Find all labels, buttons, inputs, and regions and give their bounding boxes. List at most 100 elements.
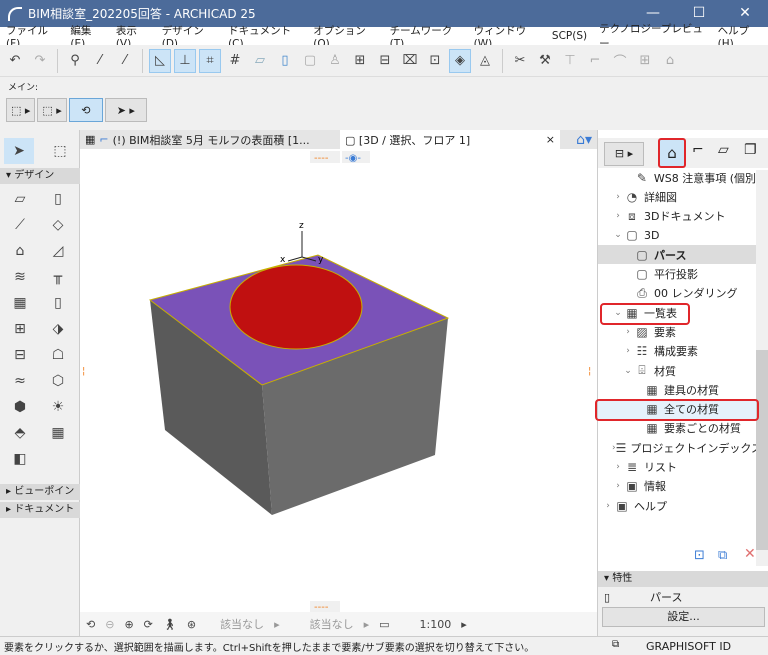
expand-chevron-icon[interactable]: ›	[612, 211, 624, 221]
grid-view-icon[interactable]: ▦	[85, 133, 95, 146]
tab-floor-plan[interactable]: ▦ ⌐ (!) BIM相談室 5月 モルフの表面積 [1...	[80, 130, 340, 149]
window-tool-icon[interactable]: ⊞	[8, 318, 32, 340]
project-map-icon[interactable]: ⌂	[658, 138, 686, 168]
opening-tool-icon[interactable]: ⊟	[8, 344, 32, 366]
zoom-fit-icon[interactable]: ⊛	[187, 618, 196, 631]
split-icon[interactable]: ⊞	[634, 49, 656, 73]
eyedropper-icon[interactable]: ⁄	[89, 49, 111, 73]
plane-icon[interactable]: ▱	[249, 49, 271, 73]
layout-book-icon[interactable]: ▱	[718, 142, 729, 158]
navigator-options-button[interactable]: ⊟ ▸	[604, 142, 644, 166]
shell-tool-icon[interactable]: ◿	[46, 240, 70, 262]
publisher-sets-icon[interactable]: ❐	[744, 142, 757, 158]
zoom-in-icon[interactable]: ⊕	[124, 618, 133, 631]
trace-icon[interactable]: ⊞	[349, 49, 371, 73]
marquee-icon[interactable]: ⬚ ▸	[6, 98, 36, 122]
delete-icon[interactable]: ✕	[744, 546, 756, 562]
3d-model-view[interactable]: ---- -◉- ¦ ¦ z x y ----	[80, 149, 597, 613]
roof-tool-icon[interactable]: ⌂	[8, 240, 32, 262]
zone-tool-icon[interactable]: ⬡	[46, 370, 70, 392]
section-design[interactable]: ▾ デザイン	[0, 168, 80, 184]
lamp-tool-icon[interactable]: ☀	[46, 396, 70, 418]
menu-item[interactable]: SCP(S)	[546, 30, 593, 42]
arrow-tool-icon[interactable]: ➤ ▸	[104, 98, 147, 122]
rotate-view-icon[interactable]: ⟲	[86, 618, 95, 631]
lock-icon[interactable]: ♙	[324, 49, 346, 73]
section-document[interactable]: ▸ ドキュメント	[0, 502, 80, 518]
graphisoft-id-button[interactable]: GRAPHISOFT ID	[646, 640, 731, 653]
morph-tool-icon[interactable]: ⬢	[8, 396, 32, 418]
expand-chevron-icon[interactable]: ⌄	[622, 366, 634, 376]
corner-icon[interactable]: ⌐	[584, 49, 606, 73]
orbit-icon[interactable]: ⟳	[144, 618, 153, 631]
clone-view-icon[interactable]: ⧉	[718, 548, 727, 563]
snap-icon[interactable]: ⊥	[174, 48, 196, 73]
view-triangle-icon[interactable]: ◬	[474, 49, 496, 73]
navigator-item[interactable]: › ☷ 構成要素	[598, 342, 756, 361]
navigator-item[interactable]: › ▣ ヘルプ	[598, 496, 756, 515]
expand-chevron-icon[interactable]: ›	[612, 462, 624, 472]
layer-icon[interactable]: ▢	[299, 49, 321, 73]
expand-chevron-icon[interactable]: ›	[622, 327, 634, 337]
navigator-item[interactable]: ▢ 平行投影	[598, 265, 756, 284]
coordinates-icon[interactable]: ⌗	[199, 48, 221, 73]
layer-combo-select[interactable]: 該当なし	[220, 616, 264, 632]
curtain-wall-tool-icon[interactable]: ▦	[8, 292, 32, 314]
3d-view-mode-icon[interactable]: ◈	[449, 48, 471, 73]
column-tool-icon[interactable]: ▯	[46, 188, 70, 210]
expand-chevron-icon[interactable]: ⌄	[612, 230, 624, 240]
undo-icon[interactable]: ↶	[4, 49, 26, 73]
navigator-item[interactable]: › ≣ リスト	[598, 458, 756, 477]
navigator-item[interactable]: ▦ 要素ごとの材質	[598, 419, 756, 438]
marquee-tool-icon[interactable]: ⬚	[48, 140, 72, 162]
beam-hatch-tool-icon[interactable]: ⬘	[8, 422, 32, 444]
navigator-item[interactable]: ▦ 建具の材質	[598, 380, 756, 399]
expand-chevron-icon[interactable]: ›	[622, 346, 634, 356]
beam-tool-icon[interactable]: ⟋	[8, 214, 32, 236]
object-tool-icon[interactable]: ☖	[46, 344, 70, 366]
expand-chevron-icon[interactable]: ›	[612, 192, 624, 202]
hammer-icon[interactable]: ⚒	[534, 49, 556, 73]
mesh-tool-icon[interactable]: ≈	[8, 370, 32, 392]
navigator-item[interactable]: ⌄ ⌹ 材質	[598, 361, 756, 380]
navigator-item[interactable]: › ▣ 情報	[598, 477, 756, 496]
arrow-tool-icon[interactable]: ➤	[4, 138, 34, 164]
navigator-house-icon[interactable]: ⌂▾	[571, 130, 597, 149]
bounding-box-icon[interactable]: ⊡	[424, 49, 446, 73]
window-icon[interactable]: ⧉	[612, 639, 619, 650]
navigator-item[interactable]: ⌄ ▢ 3D	[598, 226, 756, 245]
railing-tool-icon[interactable]: ╥	[46, 266, 70, 288]
navigator-item[interactable]: ⎙ 00 レンダリング	[598, 284, 756, 303]
cross-icon[interactable]: ⌧	[399, 49, 421, 73]
curve-icon[interactable]: ⌒	[609, 49, 631, 73]
walk-icon[interactable]: 🚶︎	[163, 618, 177, 631]
navigator-item[interactable]: › ☰ プロジェクトインデックス	[598, 438, 756, 457]
door-tool-icon[interactable]: ▯	[46, 292, 70, 314]
navigator-item[interactable]: › ◔ 詳細図	[598, 187, 756, 206]
expand-chevron-icon[interactable]: ›	[602, 501, 614, 511]
navigator-item[interactable]: ✎ WS8 注意事項 (個別	[598, 168, 756, 187]
wall-tool-icon[interactable]: ▱	[8, 188, 32, 210]
roof-icon[interactable]: ⌂	[659, 49, 681, 73]
syringe-icon[interactable]: ⁄	[114, 49, 136, 73]
section-viewpoint[interactable]: ▸ ビューポイント	[0, 484, 80, 513]
grid-icon[interactable]: #	[224, 49, 246, 73]
pen-set-select[interactable]: 該当なし	[310, 616, 354, 632]
marquee-select-icon[interactable]: ⬚ ▸	[37, 98, 67, 122]
skylight-tool-icon[interactable]: ⬗	[46, 318, 70, 340]
navigator-item[interactable]: › ⧈ 3Dドキュメント	[598, 207, 756, 226]
stair-tool-icon[interactable]: ≋	[8, 266, 32, 288]
panel-tool-icon[interactable]: ◧	[8, 448, 32, 470]
view-map-icon[interactable]: ⌐	[692, 142, 704, 158]
expand-chevron-icon[interactable]: ›	[612, 481, 624, 491]
column-grid-tool-icon[interactable]: ▦	[46, 422, 70, 444]
guide-lines-icon[interactable]: ◺	[149, 48, 171, 73]
find-select-icon[interactable]: ⚲	[64, 49, 86, 73]
navigator-item[interactable]: ▢ パース	[598, 245, 756, 265]
navigator-scrollbar[interactable]	[756, 170, 768, 566]
zoom-out-icon[interactable]: ⊖	[105, 618, 114, 631]
slab-tool-icon[interactable]: ◇	[46, 214, 70, 236]
new-view-icon[interactable]: ⊡	[694, 548, 705, 563]
dimension-icon[interactable]: ⊟	[374, 49, 396, 73]
orbit-icon[interactable]: ⟲	[68, 98, 103, 122]
